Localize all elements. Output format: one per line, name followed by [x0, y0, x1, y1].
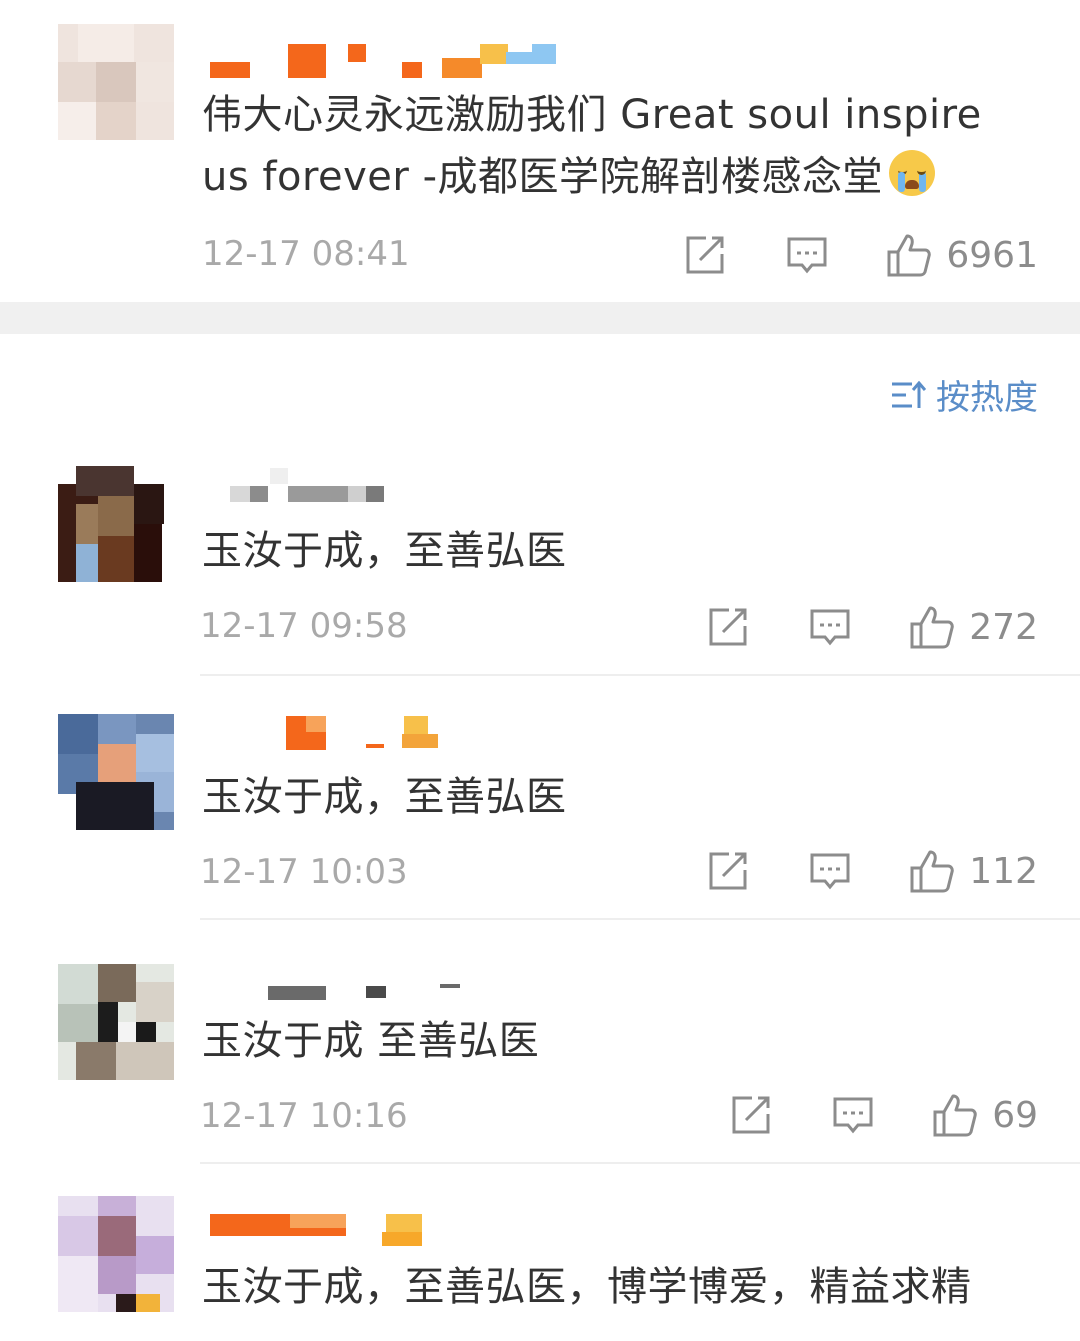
comment-actions: 272	[707, 602, 1038, 652]
comment-button[interactable]	[809, 850, 851, 892]
comment-text: 玉汝于成，至善弘医，博学博爱，精益求精	[202, 1264, 972, 1310]
share-icon	[732, 1096, 770, 1134]
post-actions: 6961	[684, 230, 1038, 280]
comment-icon	[833, 1097, 873, 1134]
like-count: 69	[992, 1094, 1038, 1136]
thumbs-up-icon	[933, 1094, 977, 1137]
like-count: 112	[969, 850, 1038, 892]
share-icon	[709, 608, 747, 646]
like-button[interactable]: 6961	[886, 232, 1038, 278]
username-redacted[interactable]	[286, 716, 446, 750]
comment-actions: 69	[730, 1090, 1038, 1140]
thumbs-up-icon	[910, 850, 955, 893]
sort-toggle[interactable]: 按热度	[890, 370, 1038, 419]
like-button[interactable]: 272	[909, 604, 1038, 650]
comment-time: 12-17 10:03	[200, 852, 408, 892]
like-button[interactable]: 69	[932, 1092, 1038, 1138]
username-redacted[interactable]	[268, 968, 468, 1000]
avatar[interactable]	[58, 1196, 174, 1312]
post-text-content: 伟大心灵永远激励我们 Great soul inspire us forever…	[202, 92, 982, 200]
comment-text: 玉汝于成，至善弘医	[202, 774, 567, 820]
comment-icon	[810, 609, 850, 646]
comment-text: 玉汝于成，至善弘医	[202, 528, 567, 574]
comment-time: 12-17 09:58	[200, 606, 408, 646]
sort-icon	[892, 380, 926, 408]
post-text: 伟大心灵永远激励我们 Great soul inspire us forever…	[202, 84, 1022, 208]
thumbs-up-icon	[887, 234, 932, 277]
comment-button[interactable]	[832, 1094, 874, 1136]
comment-time: 12-17 10:16	[200, 1096, 408, 1136]
like-count: 272	[969, 606, 1038, 648]
username-redacted[interactable]	[210, 1214, 430, 1246]
crying-face-icon	[889, 150, 936, 196]
repost-button[interactable]	[707, 850, 749, 892]
comment-icon	[787, 237, 827, 274]
avatar[interactable]	[58, 466, 174, 582]
username-redacted[interactable]	[210, 44, 560, 78]
like-button[interactable]: 112	[909, 848, 1038, 894]
comment-divider	[200, 1162, 1080, 1164]
comment-button[interactable]	[809, 606, 851, 648]
repost-button[interactable]	[684, 234, 726, 276]
section-gap	[0, 302, 1080, 334]
repost-button[interactable]	[707, 606, 749, 648]
comment-button[interactable]	[786, 234, 828, 276]
sort-label: 按热度	[936, 378, 1038, 418]
comment-text: 玉汝于成 至善弘医	[202, 1018, 540, 1064]
comment-actions: 112	[707, 846, 1038, 896]
repost-button[interactable]	[730, 1094, 772, 1136]
comment-divider	[200, 918, 1080, 920]
username-redacted[interactable]	[230, 468, 430, 502]
post-time: 12-17 08:41	[202, 234, 410, 274]
post-card: 伟大心灵永远激励我们 Great soul inspire us forever…	[0, 0, 1080, 302]
like-count: 6961	[946, 234, 1038, 276]
share-icon	[709, 852, 747, 890]
share-icon	[686, 236, 724, 274]
thumbs-up-icon	[910, 606, 955, 649]
avatar[interactable]	[58, 24, 174, 140]
comment-icon	[810, 853, 850, 890]
avatar[interactable]	[58, 714, 174, 830]
comment-divider	[200, 674, 1080, 676]
avatar[interactable]	[58, 964, 174, 1080]
